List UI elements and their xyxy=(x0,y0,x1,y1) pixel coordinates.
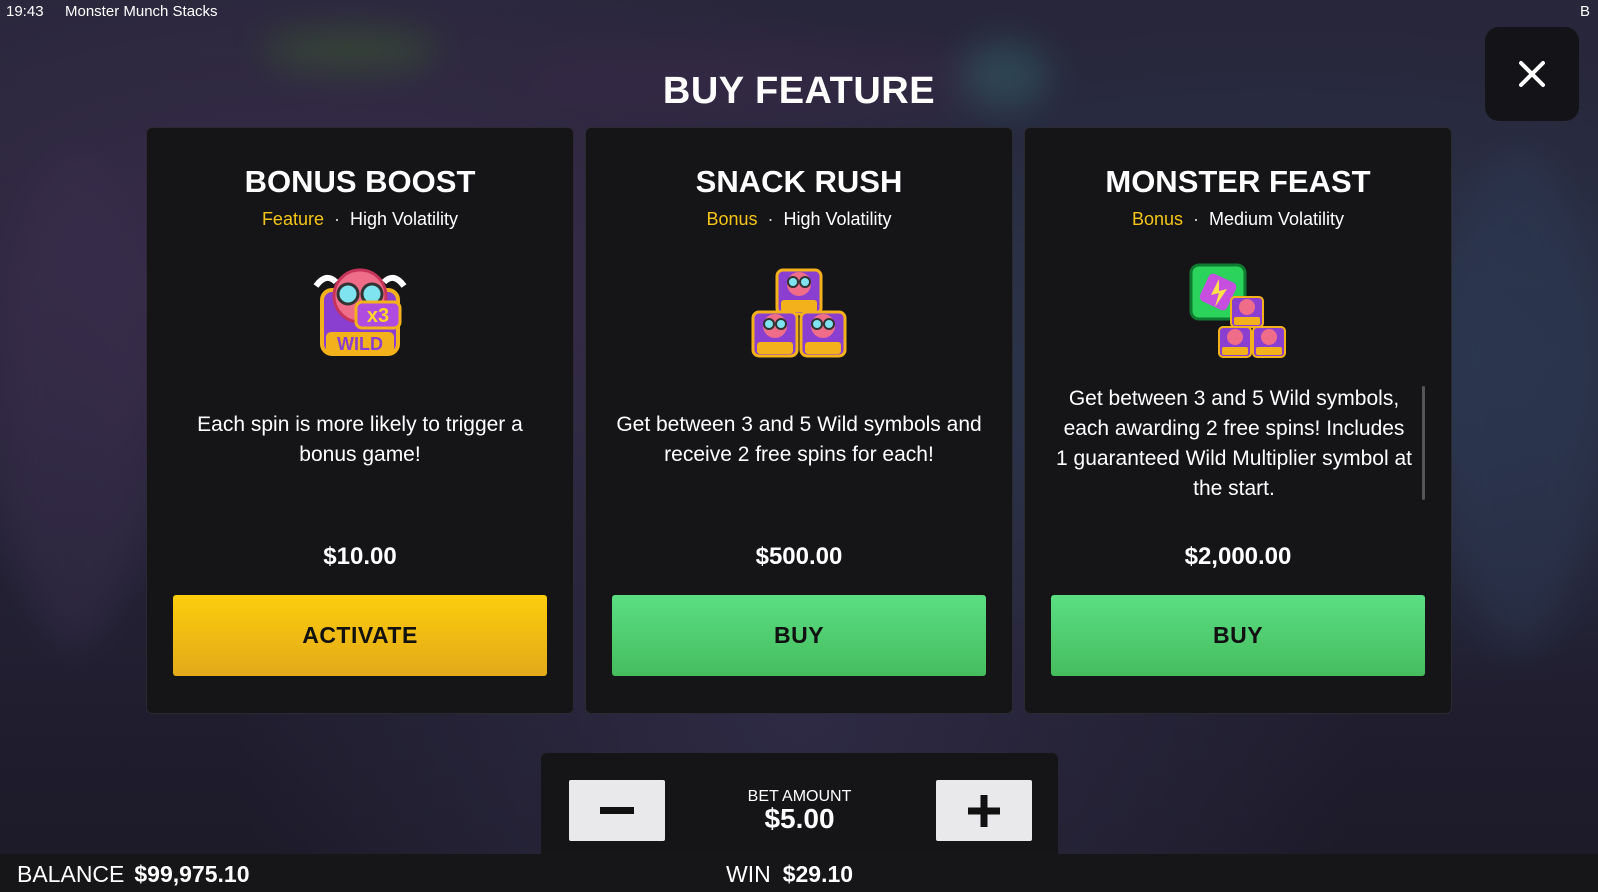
card-price: $2,000.00 xyxy=(1184,543,1292,570)
corner-label: B xyxy=(1579,3,1590,20)
plus-icon xyxy=(968,794,1000,827)
background-decoration xyxy=(1440,150,1598,650)
card-description: Get between 3 and 5 Wild symbols and rec… xyxy=(616,413,982,466)
card-title: MONSTER FEAST xyxy=(1105,164,1371,199)
card-price: $500.00 xyxy=(755,543,843,570)
balance-label: BALANCE xyxy=(17,861,125,887)
card-title: SNACK RUSH xyxy=(695,164,903,199)
increase-bet-button[interactable] xyxy=(936,780,1032,841)
svg-text:WILD: WILD xyxy=(337,334,383,354)
meta-separator: · xyxy=(1192,209,1199,229)
card-kind: Feature xyxy=(261,209,324,229)
x3-wild-monster-icon: x3 WILD xyxy=(312,266,408,363)
activate-button[interactable]: ACTIVATE xyxy=(173,595,547,676)
win-label: WIN xyxy=(726,861,771,887)
win-value: $29.10 xyxy=(782,861,854,887)
card-meta: Feature · High Volatility xyxy=(147,209,573,230)
three-wild-monsters-icon xyxy=(751,266,847,363)
feature-card-snack-rush: SNACK RUSH Bonus · High Volatility Get b… xyxy=(585,127,1013,714)
description-scrollbar[interactable] xyxy=(1422,386,1425,500)
feature-card-bonus-boost: BONUS BOOST Feature · High Volatility x3 W… xyxy=(146,127,574,714)
card-kind: Bonus xyxy=(1131,209,1183,229)
background-decoration xyxy=(260,30,440,70)
buy-button-snack-rush[interactable]: BUY xyxy=(612,595,986,676)
card-title: BONUS BOOST xyxy=(244,164,476,199)
bet-panel: BET AMOUNT $5.00 xyxy=(541,753,1058,863)
card-kind: Bonus xyxy=(706,209,758,229)
card-volatility: High Volatility xyxy=(783,209,892,229)
card-meta: Bonus · High Volatility xyxy=(586,209,1012,230)
svg-text:x3: x3 xyxy=(367,305,389,327)
game-title: Monster Munch Stacks xyxy=(65,3,218,20)
meta-separator: · xyxy=(333,209,340,229)
page-title: BUY FEATURE xyxy=(662,70,936,112)
balance-value: $99,975.10 xyxy=(134,861,250,887)
battery-and-wild-monsters-icon xyxy=(1189,263,1287,364)
card-description: Get between 3 and 5 Wild symbols, each a… xyxy=(1056,387,1412,500)
feature-card-monster-feast: MONSTER FEAST Bonus · Medium Volatility xyxy=(1024,127,1452,714)
balance-display: BALANCE $99,975.10 xyxy=(17,861,250,888)
buy-button-monster-feast[interactable]: BUY xyxy=(1051,595,1425,676)
card-volatility: High Volatility xyxy=(349,209,459,229)
meta-separator: · xyxy=(767,209,774,229)
clock: 19:43 xyxy=(6,3,44,20)
card-meta: Bonus · Medium Volatility xyxy=(1025,209,1451,230)
card-description: Each spin is more likely to trigger a bo… xyxy=(197,413,523,466)
status-bar: 19:43 Monster Munch Stacks B xyxy=(0,0,1598,24)
card-price: $10.00 xyxy=(323,543,397,570)
card-volatility: Medium Volatility xyxy=(1208,209,1345,229)
win-display: WIN $29.10 xyxy=(726,861,853,888)
background-decoration xyxy=(0,150,150,650)
